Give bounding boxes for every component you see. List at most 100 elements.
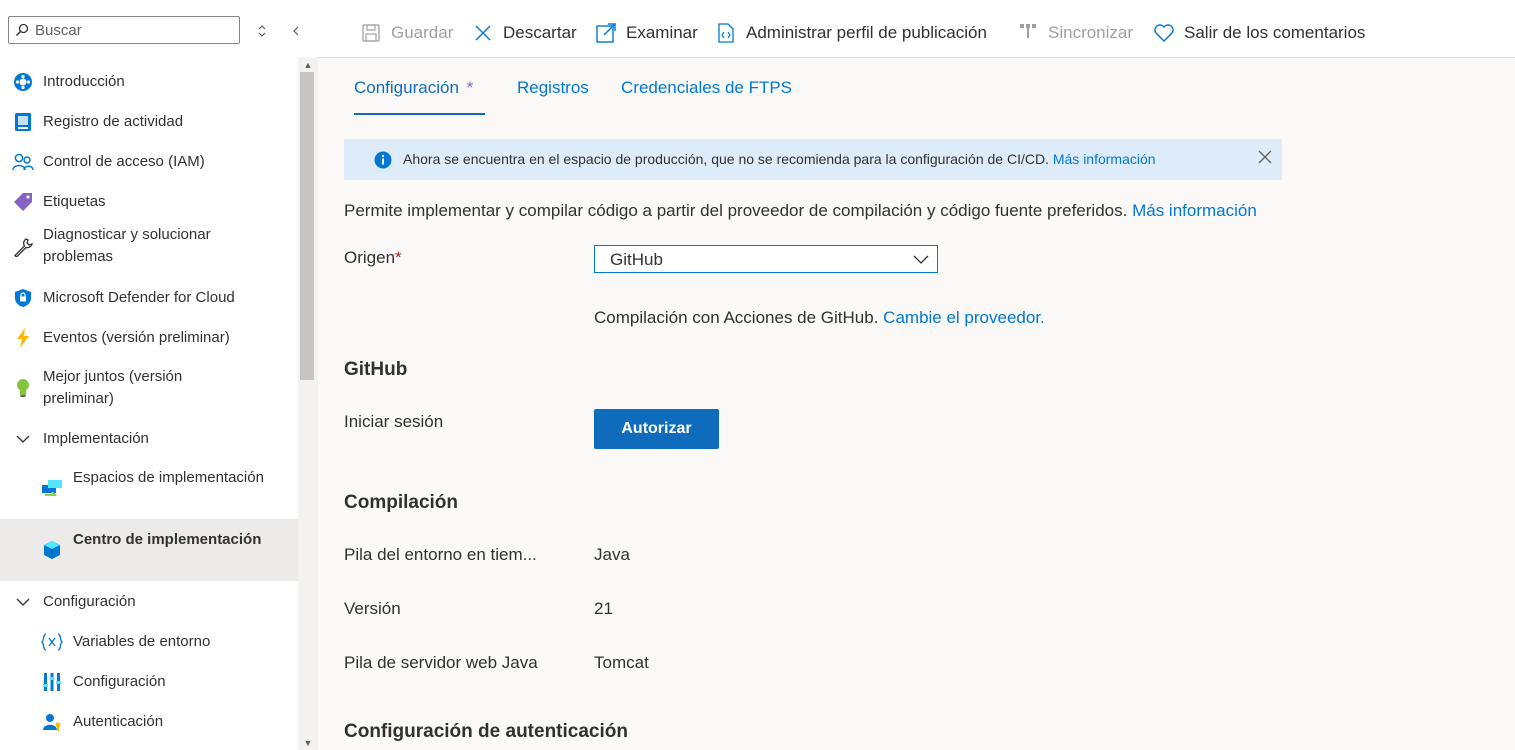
nav-item-label: Espacios de implementación bbox=[73, 469, 264, 486]
scroll-up-icon[interactable]: ▲ bbox=[298, 58, 318, 72]
nav-group-label: Implementación bbox=[43, 430, 149, 447]
nav-item-label: Microsoft Defender for Cloud bbox=[43, 289, 235, 306]
tag-icon bbox=[12, 191, 34, 213]
github-section-title: GitHub bbox=[344, 359, 408, 380]
info-icon bbox=[374, 151, 392, 172]
collapse-nav-icon[interactable] bbox=[288, 20, 298, 42]
toolbar-spacer bbox=[298, 0, 318, 57]
wrench-icon bbox=[12, 236, 34, 258]
tab-settings-label: Configuración bbox=[354, 78, 459, 97]
intro-description: Permite implementar y compilar código a … bbox=[344, 201, 1257, 221]
auth-settings-section-title: Configuración de autenticación bbox=[344, 721, 628, 742]
nav-item-label: Mejor juntos (versión preliminar) bbox=[43, 368, 183, 407]
version-value: 21 bbox=[594, 599, 613, 618]
chevron-down-icon bbox=[12, 428, 34, 450]
manage-publish-profile-label: Administrar perfil de publicación bbox=[746, 23, 987, 42]
nav-group-settings[interactable]: Configuración bbox=[0, 584, 298, 620]
intro-text: Permite implementar y compilar código a … bbox=[344, 201, 1128, 220]
scroll-thumb[interactable] bbox=[300, 72, 314, 380]
external-link-icon bbox=[595, 22, 617, 44]
required-marker: * bbox=[395, 248, 402, 267]
browse-label: Examinar bbox=[626, 23, 698, 42]
left-nav: Introducción Registro de actividad Contr… bbox=[0, 0, 298, 750]
nav-item-events[interactable]: Eventos (versión preliminar) bbox=[0, 320, 298, 356]
build-section-title: Compilación bbox=[344, 492, 459, 513]
nav-item-label: Configuración bbox=[73, 673, 166, 690]
nav-item-better-together[interactable]: Mejor juntos (versión preliminar) bbox=[0, 364, 298, 412]
source-label-text: Origen bbox=[344, 248, 396, 267]
nav-item-authentication[interactable]: Autenticación bbox=[0, 704, 298, 740]
nav-item-tags[interactable]: Etiquetas bbox=[0, 184, 298, 220]
nav-item-env-vars[interactable]: Variables de entorno bbox=[0, 624, 298, 660]
close-icon[interactable] bbox=[1258, 150, 1272, 167]
nav-item-activity-log[interactable]: Registro de actividad bbox=[0, 104, 298, 140]
banner-learn-more-link[interactable]: Más información bbox=[1053, 151, 1156, 167]
tab-ftps-label: Credenciales de FTPS bbox=[621, 78, 793, 97]
nav-scrollbar[interactable]: ▲ ▼ bbox=[298, 58, 318, 750]
save-label: Guardar bbox=[391, 23, 454, 42]
code-file-icon bbox=[715, 22, 737, 44]
search-input[interactable] bbox=[35, 21, 225, 39]
user-key-icon bbox=[41, 711, 63, 733]
nav-item-label: Control de acceso (IAM) bbox=[43, 153, 205, 170]
version-label: Versión bbox=[344, 599, 401, 618]
sync-button[interactable]: Sincronizar bbox=[1017, 20, 1133, 46]
save-icon bbox=[360, 22, 382, 44]
banner-text: Ahora se encuentra en el espacio de prod… bbox=[403, 151, 1049, 167]
people-icon bbox=[12, 151, 34, 173]
tab-logs[interactable]: Registros bbox=[517, 78, 589, 98]
manage-publish-profile-button[interactable]: Administrar perfil de publicación bbox=[715, 20, 987, 46]
build-provider-info: Compilación con Acciones de GitHub. Camb… bbox=[594, 308, 1045, 328]
deployment-slots-icon bbox=[41, 478, 63, 500]
discard-button[interactable]: Descartar bbox=[472, 20, 577, 46]
sync-label: Sincronizar bbox=[1048, 23, 1134, 42]
variable-icon bbox=[41, 631, 63, 653]
nav-item-label: Introducción bbox=[43, 73, 125, 90]
save-button[interactable]: Guardar bbox=[360, 20, 453, 46]
activity-log-icon bbox=[12, 111, 34, 133]
sort-icon[interactable] bbox=[251, 20, 273, 42]
nav-item-diagnose[interactable]: Diagnosticar y solucionar problemas bbox=[0, 222, 298, 270]
discard-label: Descartar bbox=[503, 23, 577, 42]
nav-item-overview[interactable]: Introducción bbox=[0, 64, 298, 100]
command-bar: Guardar Descartar Examinar Administrar p… bbox=[318, 0, 1515, 58]
tab-ftps-credentials[interactable]: Credenciales de FTPS bbox=[621, 78, 792, 98]
change-provider-link[interactable]: Cambie el proveedor. bbox=[883, 308, 1045, 327]
nav-item-label: Autenticación bbox=[73, 713, 164, 730]
nav-item-label: Etiquetas bbox=[43, 193, 106, 210]
browse-button[interactable]: Examinar bbox=[595, 20, 698, 46]
nav-item-label: Variables de entorno bbox=[73, 633, 211, 650]
tab-logs-label: Registros bbox=[517, 78, 589, 97]
source-dropdown[interactable]: GitHub bbox=[594, 245, 938, 273]
scroll-down-icon[interactable]: ▼ bbox=[298, 736, 318, 750]
active-tab-indicator bbox=[354, 113, 485, 115]
nav-item-configuration[interactable]: Configuración bbox=[0, 664, 298, 700]
nav-item-deployment-slots[interactable]: Espacios de implementación bbox=[0, 460, 298, 516]
feedback-button[interactable]: Salir de los comentarios bbox=[1153, 20, 1365, 46]
intro-learn-more-link[interactable]: Más información bbox=[1132, 201, 1257, 220]
java-web-server-value: Tomcat bbox=[594, 653, 649, 672]
nav-item-deployment-center[interactable]: Centro de implementación bbox=[0, 519, 298, 581]
lightning-icon bbox=[12, 327, 34, 349]
lightbulb-icon bbox=[12, 377, 34, 399]
heart-icon bbox=[1153, 22, 1175, 44]
banner-message: Ahora se encuentra en el espacio de prod… bbox=[403, 151, 1156, 167]
nav-item-defender[interactable]: Microsoft Defender for Cloud bbox=[0, 280, 298, 316]
signin-label: Iniciar sesión bbox=[344, 412, 444, 431]
authorize-button[interactable]: Autorizar bbox=[594, 409, 719, 449]
settings-bars-icon bbox=[41, 671, 63, 693]
nav-item-label: Centro de implementación bbox=[73, 531, 262, 548]
nav-item-iam[interactable]: Control de acceso (IAM) bbox=[0, 144, 298, 180]
source-label: Origen* bbox=[344, 248, 402, 268]
build-provider-text: Compilación con Acciones de GitHub. bbox=[594, 308, 879, 327]
nav-item-label: Diagnosticar y solucionar problemas bbox=[43, 226, 211, 265]
shield-icon bbox=[12, 287, 34, 309]
close-icon bbox=[472, 22, 494, 44]
cube-icon bbox=[41, 539, 63, 561]
runtime-stack-label: Pila del entorno en tiem... bbox=[344, 545, 537, 564]
chevron-down-icon bbox=[12, 591, 34, 613]
search-box[interactable] bbox=[8, 16, 240, 44]
nav-group-deployment[interactable]: Implementación bbox=[0, 421, 298, 457]
unsaved-marker: * bbox=[466, 78, 474, 97]
tab-settings[interactable]: Configuración * bbox=[354, 78, 473, 98]
